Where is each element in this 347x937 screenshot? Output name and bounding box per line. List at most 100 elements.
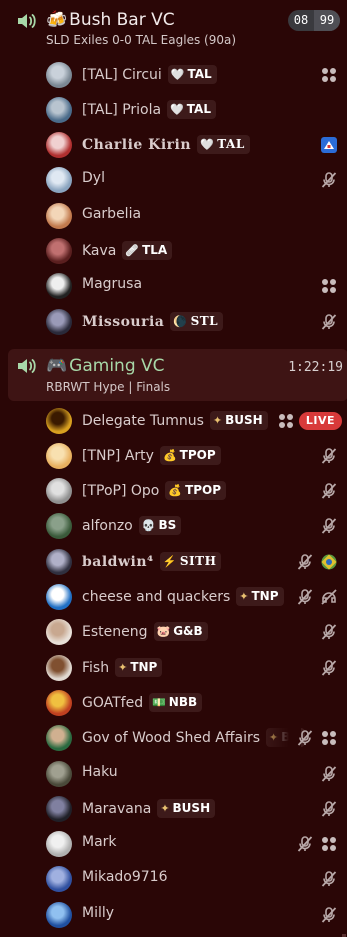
muted-mic-icon: [320, 906, 338, 924]
server-tag-label: TAL: [186, 101, 211, 116]
server-tag[interactable]: 🤍 TAL: [197, 135, 250, 155]
voice-user[interactable]: Gov of Wood Shed Affairs✦BU: [0, 720, 347, 756]
username: GOATfed 💵 NBB: [82, 692, 203, 712]
heart-icon: 🤍: [170, 67, 185, 81]
bandage-icon: 🩹: [125, 244, 140, 257]
voice-user[interactable]: [TPoP] Opo 💰 TPOP: [0, 473, 347, 508]
muted-mic-icon: [320, 659, 338, 677]
server-tag[interactable]: 🩹 TLA: [122, 241, 173, 260]
voice-user[interactable]: [TAL] Priola 🤍 TAL: [0, 92, 347, 127]
username-text: [TNP] Arty: [82, 447, 154, 464]
username-text: Haku: [82, 763, 118, 780]
server-tag[interactable]: ✦ BUSH: [209, 410, 268, 430]
voice-user[interactable]: Magrusa: [0, 268, 347, 303]
voice-user[interactable]: Delegate Tumnus ✦ BUSH LIVE: [0, 403, 347, 438]
username-text: Mark: [82, 834, 117, 851]
voice-user[interactable]: Maravana ✦ BUSH: [0, 791, 347, 826]
username: baldwin⁴ ⚡ SITH: [82, 551, 222, 571]
server-tag-label: G&B: [173, 624, 203, 639]
username-text: Gov of Wood Shed Affairs: [82, 730, 261, 747]
username-text: Milly: [82, 904, 115, 921]
server-tag[interactable]: ⚡ SITH: [159, 551, 222, 571]
username-text: Esteneng: [82, 624, 148, 641]
voice-user[interactable]: [TNP] Arty 💰 TPOP: [0, 438, 347, 473]
voice-user[interactable]: Kava 🩹 TLA: [0, 233, 347, 268]
bolt-icon: ⚡: [162, 554, 177, 568]
muted-mic-icon: [296, 553, 314, 571]
channel-title: 🍻 Bush Bar VC: [46, 9, 175, 31]
muted-mic-icon: [320, 800, 338, 818]
muted-mic-icon: [320, 171, 338, 189]
username-text: Magrusa: [82, 276, 143, 293]
server-tag-label: TPOP: [185, 483, 222, 498]
pig-icon: 🐷: [156, 625, 171, 639]
server-tag[interactable]: 💀 BS: [138, 516, 182, 536]
user-limit-counter: 08 99: [288, 10, 340, 31]
voice-channel-bush-bar[interactable]: 🍻 Bush Bar VC SLD Exiles 0-0 TAL Eagles (…: [0, 0, 347, 56]
voice-user[interactable]: baldwin⁴ ⚡ SITH: [0, 544, 347, 579]
voice-user[interactable]: cheese and quackers ✦ TNP: [0, 579, 347, 614]
channel-name: Bush Bar VC: [69, 10, 175, 30]
name-overflow-fade: [261, 720, 301, 756]
channel-status: SLD Exiles 0-0 TAL Eagles (90a): [46, 33, 237, 47]
server-tag-label: SITH: [179, 553, 217, 568]
server-tag-label: TAL: [187, 66, 212, 81]
avatar: [46, 96, 72, 123]
username-text: Kava: [82, 243, 117, 259]
username: Magrusa: [82, 276, 142, 292]
avatar: [46, 795, 72, 822]
avatar: [46, 202, 72, 229]
voice-user[interactable]: Garbelia: [0, 198, 347, 233]
server-tag-label: STL: [190, 313, 219, 328]
voice-user[interactable]: Missouria 🌘 STL: [0, 304, 347, 339]
server-tag[interactable]: 💰 TPOP: [165, 481, 227, 501]
voice-user[interactable]: [TAL] Circui 🤍 TAL: [0, 57, 347, 92]
muted-mic-icon: [296, 729, 314, 747]
username: Mikado9716: [82, 869, 168, 885]
skull-icon: 💀: [141, 519, 156, 533]
username: Mark: [82, 834, 117, 850]
server-tag-label: TNP: [130, 659, 158, 674]
voice-user[interactable]: Dyl: [0, 162, 347, 197]
voice-channel-gaming[interactable]: 🎮 Gaming VC RBRWT Hype | Finals 1:22:19: [8, 349, 347, 401]
muted-mic-icon: [320, 482, 338, 500]
server-tag[interactable]: 🤍 TAL: [167, 64, 217, 84]
username: cheese and quackers ✦ TNP: [82, 587, 284, 606]
server-tag[interactable]: ✦ TNP: [115, 657, 163, 677]
diamond-icon: ✦: [239, 590, 249, 603]
username: alfonzo 💀 BS: [82, 516, 182, 536]
voice-user[interactable]: Haku: [0, 756, 347, 791]
server-tag-label: BS: [158, 518, 177, 533]
server-tag[interactable]: ✦ BUSH: [157, 798, 216, 818]
server-tag[interactable]: 💰 TPOP: [159, 445, 221, 465]
username: Kava 🩹 TLA: [82, 241, 173, 260]
channel-name: Gaming VC: [69, 356, 165, 376]
voice-user[interactable]: Mark: [0, 826, 347, 861]
activity-grid-icon: [320, 729, 338, 747]
voice-user[interactable]: alfonzo 💀 BS: [0, 508, 347, 543]
username: Milly: [82, 905, 114, 921]
activity-grid-icon: [320, 66, 338, 84]
avatar: [46, 167, 72, 194]
avatar: [46, 548, 72, 575]
voice-user[interactable]: GOATfed 💵 NBB: [0, 685, 347, 720]
game-activity-icon: [320, 553, 338, 571]
diamond-icon: ✦: [118, 660, 128, 674]
gamepad-emoji: 🎮: [46, 356, 68, 376]
voice-user[interactable]: Fish ✦ TNP: [0, 650, 347, 685]
server-tag[interactable]: 🤍 TAL: [167, 99, 216, 119]
username-text: baldwin⁴: [82, 553, 154, 570]
username-text: cheese and quackers: [82, 589, 231, 605]
server-tag[interactable]: ✦ TNP: [236, 587, 284, 606]
server-tag-label: BUSH: [225, 412, 263, 427]
muted-mic-icon: [296, 835, 314, 853]
muted-mic-icon: [320, 517, 338, 535]
voice-user[interactable]: Milly: [0, 897, 347, 932]
voice-user[interactable]: Mikado9716: [0, 861, 347, 896]
server-tag[interactable]: 🌘 STL: [170, 311, 224, 331]
server-tag[interactable]: 🐷 G&B: [153, 622, 208, 642]
avatar: [46, 866, 72, 893]
voice-user[interactable]: Esteneng 🐷 G&B: [0, 614, 347, 649]
voice-user[interactable]: Charlie Kirin 🤍 TAL: [0, 127, 347, 162]
server-tag[interactable]: 💵 NBB: [149, 692, 203, 712]
